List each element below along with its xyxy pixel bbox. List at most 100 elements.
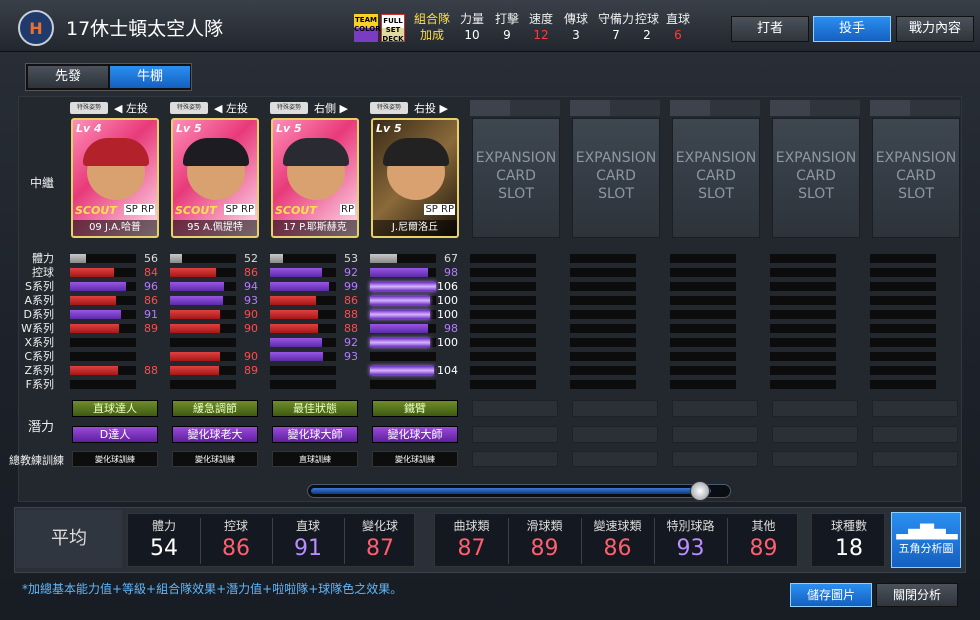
stat-value: 104 (437, 364, 458, 377)
coach-training[interactable]: 直球訓練 (272, 451, 358, 467)
stat-value: 100 (437, 308, 458, 321)
player-card[interactable]: Lv 5 SP RP J.尼爾洛丘 (371, 118, 459, 238)
save-image-button[interactable]: 儲存圖片 (790, 583, 872, 607)
average-stat: 其他 89 (727, 514, 800, 568)
stat-row-label: C系列 (24, 350, 54, 363)
stat-row: 89 (170, 364, 260, 378)
stat-row (770, 252, 860, 266)
role-badge: SP RP (224, 204, 255, 215)
potential-2[interactable]: 變化球老大 (172, 426, 258, 443)
empty-tag (470, 100, 560, 116)
stat-value: 89 (244, 364, 258, 377)
potential-2[interactable]: 變化球大師 (272, 426, 358, 443)
tab-bullpen[interactable]: 牛棚 (110, 66, 190, 88)
stat-row (570, 364, 660, 378)
stat-row: 106 (370, 280, 460, 294)
empty-stat-bar (870, 296, 936, 305)
expansion-slot[interactable]: EXPANSION CARD SLOT (572, 118, 660, 238)
stat-value: 86 (344, 294, 358, 307)
stat-value: 99 (344, 280, 358, 293)
potential-2[interactable]: D達人 (72, 426, 158, 443)
potential-1[interactable]: 最佳狀態 (272, 400, 358, 417)
pitch-count-box: 球種數 18 (811, 513, 885, 567)
stat-bar (70, 254, 136, 263)
stat-row (470, 378, 560, 392)
batter-button[interactable]: 打者 (731, 16, 809, 42)
stat-row: 90 (170, 350, 260, 364)
empty-stat-bar (870, 366, 936, 375)
expansion-slot[interactable]: EXPANSION CARD SLOT (772, 118, 860, 238)
empty-stat-bar (470, 310, 536, 319)
stat-row: 88 (270, 322, 360, 336)
stat-bar (270, 296, 336, 305)
empty-stat-bar (770, 254, 836, 263)
expansion-slot[interactable]: EXPANSION CARD SLOT (672, 118, 760, 238)
empty-stat-bar (70, 352, 136, 361)
stat-value: 100 (437, 336, 458, 349)
player-cap (383, 138, 449, 166)
rotation-tabs: 先發 牛棚 (25, 63, 192, 91)
stat-row (570, 294, 660, 308)
potential-1[interactable]: 緩急調節 (172, 400, 258, 417)
card-tag: 特殊姿勢 右側 ▶ (270, 100, 360, 116)
pitcher-card-slot: 特殊姿勢 右投 ▶ Lv 5 SP RP J.尼爾洛丘 67 98 106 100 100 98 10… (370, 100, 460, 481)
close-analysis-button[interactable]: 關閉分析 (876, 583, 958, 607)
tab-starter[interactable]: 先發 (28, 66, 108, 88)
stat-row (270, 378, 360, 392)
potential-1[interactable]: 鐵臂 (372, 400, 458, 417)
expansion-slot[interactable]: EXPANSION CARD SLOT (872, 118, 960, 238)
empty-stat-bar (570, 254, 636, 263)
scroll-slider[interactable] (307, 481, 731, 501)
card-level: Lv 5 (276, 122, 302, 135)
role-badge: SP RP (124, 204, 155, 215)
scout-label: SCOUT (175, 204, 217, 217)
stat-bars (770, 252, 860, 392)
stat-row (170, 336, 260, 350)
stat-row (470, 336, 560, 350)
header-stat-label: 直球 (665, 12, 690, 26)
stat-bar (270, 352, 336, 361)
stat-row: 91 (70, 308, 160, 322)
stat-value: 52 (244, 252, 258, 265)
expansion-line: SLOT (598, 186, 634, 202)
stat-bars: 67 98 106 100 100 98 100 104 (370, 252, 460, 392)
stat-row: 92 (270, 266, 360, 280)
player-card[interactable]: Lv 4 SCOUT SP RP 09 J.A.哈普 (71, 118, 159, 238)
player-card[interactable]: Lv 5 SCOUT RP 17 P.耶斯赫克 (271, 118, 359, 238)
stat-row (770, 364, 860, 378)
potential-2[interactable]: 變化球大師 (372, 426, 458, 443)
player-name: J.尼爾洛丘 (373, 220, 457, 236)
potential-1[interactable]: 直球達人 (72, 400, 158, 417)
player-card[interactable]: Lv 5 SCOUT SP RP 95 A.佩提特 (171, 118, 259, 238)
power-content-button[interactable]: 戰力內容 (896, 16, 974, 42)
empty-stat-bar (870, 324, 936, 333)
expansion-line: SLOT (698, 186, 734, 202)
empty-stat-bar (570, 268, 636, 277)
stat-value: 88 (344, 322, 358, 335)
header-stat-value: 2 (643, 28, 651, 42)
coach-training[interactable]: 變化球訓練 (172, 451, 258, 467)
pentagon-analysis-button[interactable]: ▂▄▆▄▂ 五角分析圖 (891, 512, 961, 568)
empty-stat-bar (770, 310, 836, 319)
expansion-slot[interactable]: EXPANSION CARD SLOT (472, 118, 560, 238)
stat-row: 94 (170, 280, 260, 294)
coach-training[interactable]: 變化球訓練 (372, 451, 458, 467)
pitch-type-averages: 曲球類 87 滑球類 89 變速球類 86 特別球路 93 其他 89 (434, 513, 798, 567)
pitcher-button[interactable]: 投手 (813, 16, 891, 42)
average-stat-value: 91 (294, 536, 322, 561)
empty-stat-bar (370, 352, 436, 361)
scout-label: SCOUT (275, 204, 317, 217)
team-logo: H (18, 10, 54, 46)
stat-value: 93 (344, 350, 358, 363)
empty-stat-bar (770, 282, 836, 291)
average-stat-label: 變化球 (361, 519, 398, 533)
player-name: 09 J.A.哈普 (73, 220, 157, 236)
header-stat-label: 力量 (459, 12, 484, 26)
slider-knob[interactable] (690, 481, 710, 501)
stat-bar (70, 268, 136, 277)
coach-training[interactable]: 變化球訓練 (72, 451, 158, 467)
stat-bar (370, 296, 436, 305)
average-stat: 曲球類 87 (435, 514, 508, 568)
average-stat: 特別球路 93 (654, 514, 727, 568)
divider (654, 518, 655, 564)
